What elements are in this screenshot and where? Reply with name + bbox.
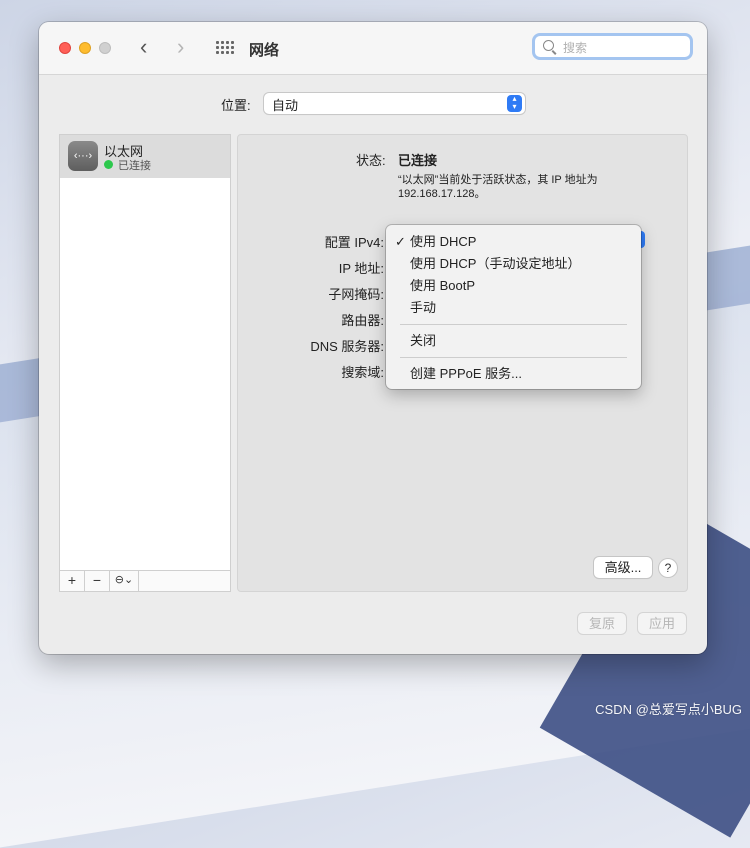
- minimize-window-button[interactable]: [79, 42, 91, 54]
- help-icon[interactable]: ?: [659, 559, 677, 577]
- search-placeholder: 搜索: [563, 41, 588, 55]
- chevron-right-icon[interactable]: ›: [177, 36, 184, 58]
- zoom-window-button[interactable]: [99, 42, 111, 54]
- window-title: 网络: [249, 42, 280, 59]
- status-description: “以太网”当前处于活跃状态，其 IP 地址为 192.168.17.128。: [398, 174, 598, 200]
- remove-service-button[interactable]: −: [85, 571, 110, 591]
- menu-separator: [400, 324, 627, 325]
- service-item-ethernet[interactable]: ‹···› 以太网 已连接: [60, 135, 230, 178]
- updown-chevron-icon: ▴ ▾: [507, 95, 522, 112]
- ethernet-icon: ‹···›: [68, 141, 98, 171]
- subnet-mask-label: 子网掩码:: [328, 287, 384, 302]
- ipv4-config-label: 配置 IPv4:: [324, 235, 384, 250]
- search-field[interactable]: 搜索: [532, 33, 693, 60]
- menu-item-dhcp[interactable]: ✓ 使用 DHCP: [386, 231, 641, 253]
- watermark: CSDN @总爱写点小BUG: [595, 702, 742, 717]
- status-value: 已连接: [398, 153, 438, 168]
- menu-separator: [400, 357, 627, 358]
- service-list: ‹···› 以太网 已连接 + − ⊖⌄: [59, 134, 231, 592]
- chevron-left-icon[interactable]: ‹: [140, 36, 147, 58]
- checkmark-icon: ✓: [395, 234, 406, 249]
- network-preferences-window: ‹ › 网络 搜索 位置: 自动 ▴ ▾ ‹···› 以太网 已连接 + − ⊖⌄: [39, 22, 707, 654]
- connected-status-dot: [104, 160, 113, 169]
- dns-server-label: DNS 服务器:: [310, 339, 384, 354]
- status-label: 状态:: [356, 153, 386, 168]
- service-status: 已连接: [118, 160, 151, 172]
- ipv4-config-menu: ✓ 使用 DHCP 使用 DHCP（手动设定地址） 使用 BootP 手动 关闭…: [386, 225, 641, 389]
- action-menu-button[interactable]: ⊖⌄: [110, 571, 139, 591]
- advanced-button[interactable]: 高级...: [594, 557, 652, 578]
- menu-item-dhcp-manual[interactable]: 使用 DHCP（手动设定地址）: [386, 253, 641, 275]
- menu-item-off[interactable]: 关闭: [386, 330, 641, 352]
- location-value: 自动: [272, 98, 299, 113]
- menu-item-manual[interactable]: 手动: [386, 297, 641, 319]
- service-list-toolbar: + − ⊖⌄: [60, 570, 230, 591]
- menu-item-bootp[interactable]: 使用 BootP: [386, 275, 641, 297]
- ip-address-label: IP 地址:: [338, 261, 384, 276]
- router-label: 路由器:: [341, 313, 384, 328]
- search-icon: [543, 40, 554, 51]
- menu-item-create-pppoe[interactable]: 创建 PPPoE 服务...: [386, 363, 641, 385]
- apply-button[interactable]: 应用: [638, 613, 686, 634]
- search-domain-label: 搜索域:: [341, 365, 384, 380]
- revert-button[interactable]: 复原: [578, 613, 626, 634]
- location-label: 位置:: [221, 98, 251, 113]
- show-all-grid-icon[interactable]: [216, 41, 234, 55]
- title-bar: ‹ › 网络 搜索: [39, 22, 707, 75]
- add-service-button[interactable]: +: [60, 571, 85, 591]
- close-window-button[interactable]: [59, 42, 71, 54]
- location-select[interactable]: 自动 ▴ ▾: [264, 93, 525, 114]
